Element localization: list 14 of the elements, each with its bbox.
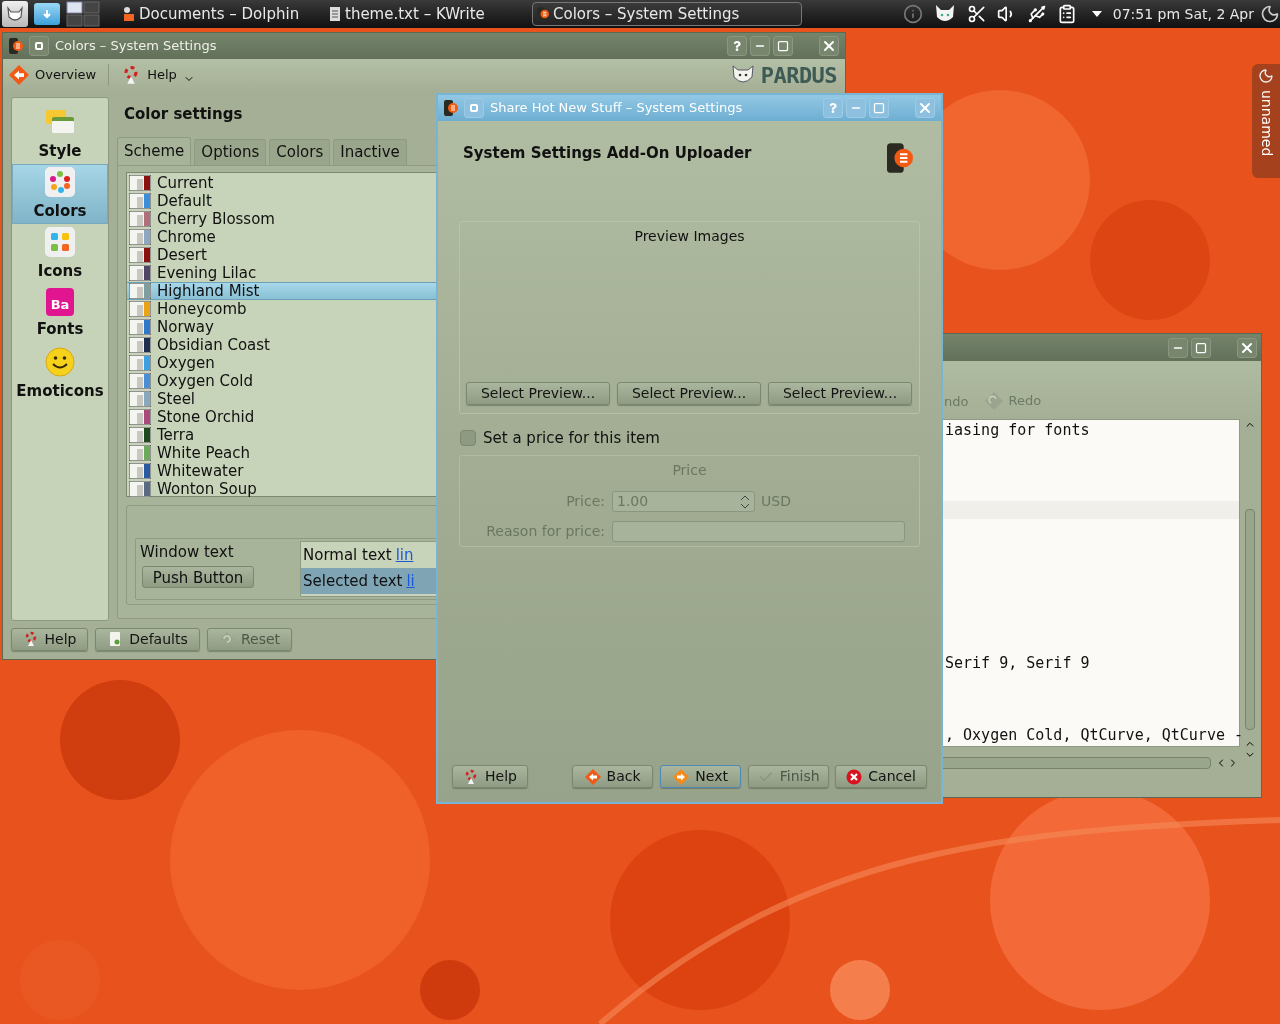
text-line: iasing for fonts	[945, 421, 1091, 439]
text-line: , Oxygen Cold, QtCurve, QtCurve -	[945, 726, 1239, 744]
window-title: Colors – System Settings	[55, 37, 217, 56]
dialog-heading: System Settings Add-On Uploader	[463, 143, 752, 164]
font-icon: Ba	[46, 287, 74, 316]
group-title: Preview Images	[634, 227, 745, 246]
panel-label: unnamed	[1257, 90, 1276, 157]
selected-text-sample: Selected text	[303, 570, 403, 592]
page-heading: Color settings	[124, 104, 243, 125]
logo-text: PARDUS	[760, 61, 837, 90]
normal-text-sample: Normal text	[303, 544, 392, 566]
window-text-sample: Window text	[140, 541, 235, 563]
text-line: Serif 9, Serif 9	[945, 654, 1091, 672]
window-title: Share Hot New Stuff – System Settings	[490, 99, 743, 118]
